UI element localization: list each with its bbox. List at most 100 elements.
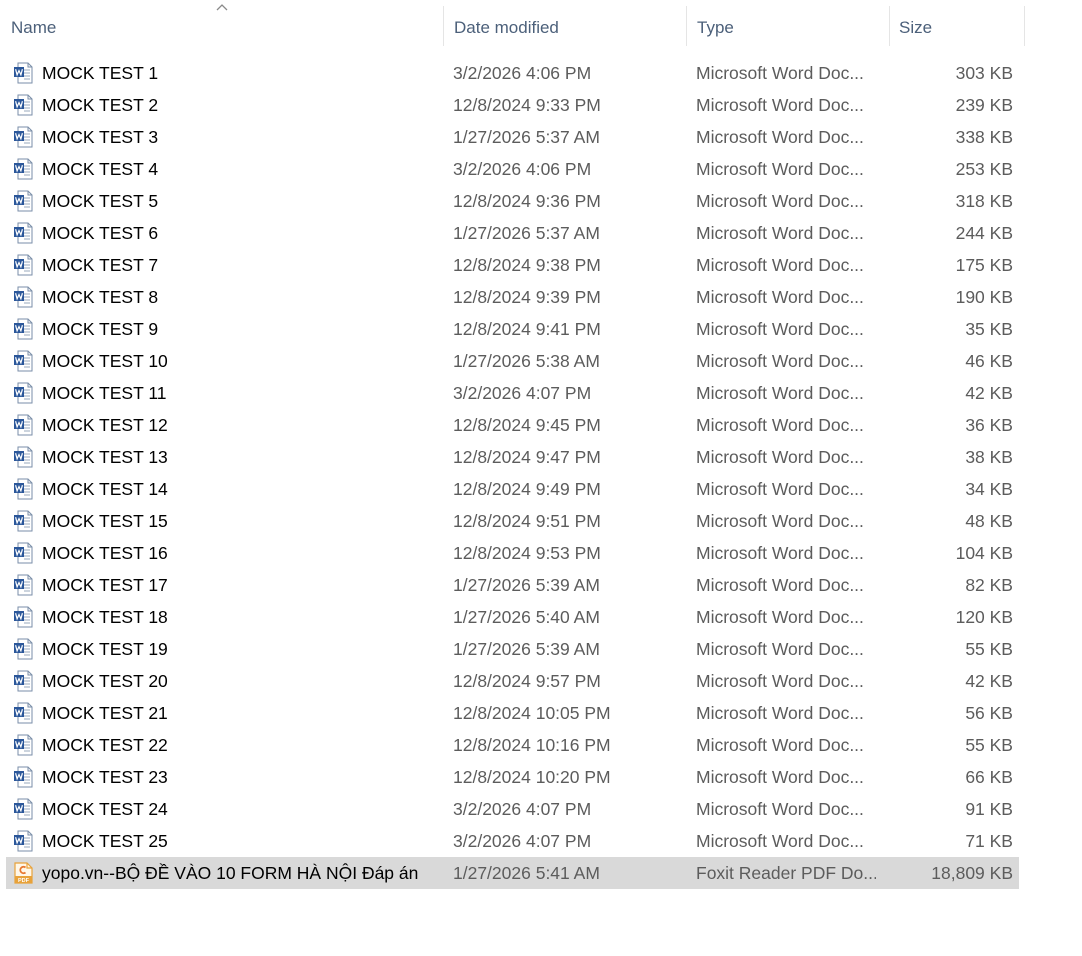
- file-size: 303 KB: [955, 63, 1013, 83]
- column-header-type[interactable]: Type: [687, 0, 889, 48]
- file-name: MOCK TEST 25: [42, 831, 168, 851]
- file-date-modified: 12/8/2024 9:45 PM: [453, 415, 601, 435]
- word-doc-icon: [13, 350, 33, 372]
- word-doc-icon: [13, 574, 33, 596]
- file-date-modified: 3/2/2026 4:07 PM: [453, 831, 592, 851]
- file-name: MOCK TEST 23: [42, 767, 168, 787]
- file-name: MOCK TEST 3: [42, 127, 159, 147]
- file-row[interactable]: MOCK TEST 18 1/27/2026 5:40 AM Microsoft W…: [0, 601, 1026, 633]
- file-row[interactable]: MOCK TEST 20 12/8/2024 9:57 PM Microsoft W…: [0, 665, 1026, 697]
- file-size: 46 KB: [965, 351, 1013, 371]
- file-date-modified: 3/2/2026 4:06 PM: [453, 63, 592, 83]
- file-name: MOCK TEST 20: [42, 671, 168, 691]
- file-row[interactable]: MOCK TEST 19 1/27/2026 5:39 AM Microsoft W…: [0, 633, 1026, 665]
- file-size: 190 KB: [955, 287, 1013, 307]
- file-type: Microsoft Word Doc...: [696, 319, 864, 339]
- file-row[interactable]: MOCK TEST 6 1/27/2026 5:37 AM Microsoft Wo…: [0, 217, 1026, 249]
- column-header-date-modified[interactable]: Date modified: [444, 0, 687, 48]
- file-row[interactable]: MOCK TEST 1 3/2/2026 4:06 PM Microsoft Wor…: [0, 57, 1026, 89]
- file-date-modified: 1/27/2026 5:40 AM: [453, 607, 600, 627]
- file-row[interactable]: MOCK TEST 15 12/8/2024 9:51 PM Microsoft W…: [0, 505, 1026, 537]
- word-doc-icon: [13, 606, 33, 628]
- word-doc-icon: [13, 62, 33, 84]
- file-type: Microsoft Word Doc...: [696, 511, 864, 531]
- file-date-modified: 1/27/2026 5:37 AM: [453, 223, 600, 243]
- file-size: 318 KB: [955, 191, 1013, 211]
- column-header-name-label: Name: [11, 18, 57, 37]
- file-name: MOCK TEST 6: [42, 223, 159, 243]
- file-row[interactable]: MOCK TEST 16 12/8/2024 9:53 PM Microsoft W…: [0, 537, 1026, 569]
- file-date-modified: 12/8/2024 9:51 PM: [453, 511, 601, 531]
- file-type: Microsoft Word Doc...: [696, 287, 864, 307]
- file-row[interactable]: MOCK TEST 10 1/27/2026 5:38 AM Microsoft W…: [0, 345, 1026, 377]
- column-header-size[interactable]: Size: [889, 0, 1026, 48]
- file-row[interactable]: MOCK TEST 21 12/8/2024 10:05 PM Microsoft …: [0, 697, 1026, 729]
- file-row[interactable]: MOCK TEST 17 1/27/2026 5:39 AM Microsoft W…: [0, 569, 1026, 601]
- file-name: MOCK TEST 18: [42, 607, 168, 627]
- file-size: 71 KB: [965, 831, 1013, 851]
- file-row[interactable]: MOCK TEST 23 12/8/2024 10:20 PM Microsoft …: [0, 761, 1026, 793]
- file-row[interactable]: MOCK TEST 14 12/8/2024 9:49 PM Microsoft W…: [0, 473, 1026, 505]
- file-date-modified: 3/2/2026 4:07 PM: [453, 383, 592, 403]
- file-row[interactable]: MOCK TEST 13 12/8/2024 9:47 PM Microsoft W…: [0, 441, 1026, 473]
- column-divider[interactable]: [1024, 6, 1025, 46]
- word-doc-icon: [13, 670, 33, 692]
- file-row[interactable]: MOCK TEST 8 12/8/2024 9:39 PM Microsoft Wo…: [0, 281, 1026, 313]
- file-row[interactable]: MOCK TEST 24 3/2/2026 4:07 PM Microsoft Wo…: [0, 793, 1026, 825]
- file-type: Foxit Reader PDF Do...: [696, 863, 876, 883]
- file-size: 175 KB: [955, 255, 1013, 275]
- file-name: MOCK TEST 15: [42, 511, 168, 531]
- word-doc-icon: [13, 446, 33, 468]
- file-type: Microsoft Word Doc...: [696, 415, 864, 435]
- file-date-modified: 1/27/2026 5:39 AM: [453, 639, 600, 659]
- file-row[interactable]: MOCK TEST 11 3/2/2026 4:07 PM Microsoft Wo…: [0, 377, 1026, 409]
- file-row[interactable]: MOCK TEST 3 1/27/2026 5:37 AM Microsoft Wo…: [0, 121, 1026, 153]
- file-row[interactable]: MOCK TEST 25 3/2/2026 4:07 PM Microsoft Wo…: [0, 825, 1026, 857]
- file-type: Microsoft Word Doc...: [696, 383, 864, 403]
- word-doc-icon: [13, 190, 33, 212]
- file-name: MOCK TEST 4: [42, 159, 159, 179]
- file-name: MOCK TEST 24: [42, 799, 168, 819]
- word-doc-icon: [13, 414, 33, 436]
- sort-caret-up-icon: [216, 4, 228, 11]
- word-doc-icon: [13, 734, 33, 756]
- file-size: 66 KB: [965, 767, 1013, 787]
- file-row[interactable]: MOCK TEST 5 12/8/2024 9:36 PM Microsoft Wo…: [0, 185, 1026, 217]
- svg-text:PDF: PDF: [18, 878, 30, 884]
- file-list: MOCK TEST 1 3/2/2026 4:06 PM Microsoft Wor…: [0, 57, 1026, 889]
- pdf-doc-icon: PDF: [13, 862, 33, 884]
- file-name: MOCK TEST 17: [42, 575, 168, 595]
- file-date-modified: 12/8/2024 9:41 PM: [453, 319, 601, 339]
- file-row[interactable]: MOCK TEST 9 12/8/2024 9:41 PM Microsoft Wo…: [0, 313, 1026, 345]
- file-row[interactable]: MOCK TEST 22 12/8/2024 10:16 PM Microsoft …: [0, 729, 1026, 761]
- file-type: Microsoft Word Doc...: [696, 671, 864, 691]
- file-date-modified: 1/27/2026 5:37 AM: [453, 127, 600, 147]
- file-size: 36 KB: [965, 415, 1013, 435]
- file-type: Microsoft Word Doc...: [696, 447, 864, 467]
- file-type: Microsoft Word Doc...: [696, 703, 864, 723]
- file-size: 18,809 KB: [931, 863, 1013, 883]
- file-name: MOCK TEST 16: [42, 543, 168, 563]
- file-type: Microsoft Word Doc...: [696, 575, 864, 595]
- file-type: Microsoft Word Doc...: [696, 351, 864, 371]
- file-date-modified: 12/8/2024 10:20 PM: [453, 767, 611, 787]
- file-date-modified: 12/8/2024 9:38 PM: [453, 255, 601, 275]
- file-name: MOCK TEST 1: [42, 63, 159, 83]
- file-size: 91 KB: [965, 799, 1013, 819]
- file-size: 56 KB: [965, 703, 1013, 723]
- file-name: MOCK TEST 21: [42, 703, 168, 723]
- file-size: 55 KB: [965, 639, 1013, 659]
- file-row[interactable]: MOCK TEST 7 12/8/2024 9:38 PM Microsoft Wo…: [0, 249, 1026, 281]
- word-doc-icon: [13, 798, 33, 820]
- file-row[interactable]: MOCK TEST 4 3/2/2026 4:06 PM Microsoft Wor…: [0, 153, 1026, 185]
- file-type: Microsoft Word Doc...: [696, 95, 864, 115]
- file-name: MOCK TEST 7: [42, 255, 159, 275]
- file-row[interactable]: MOCK TEST 2 12/8/2024 9:33 PM Microsoft Wo…: [0, 89, 1026, 121]
- file-row[interactable]: PDF yopo.vn--BỘ ĐỀ VÀO 10 FORM HÀ NỘI Đáp…: [0, 857, 1026, 889]
- file-size: 338 KB: [955, 127, 1013, 147]
- file-row[interactable]: MOCK TEST 12 12/8/2024 9:45 PM Microsoft W…: [0, 409, 1026, 441]
- file-type: Microsoft Word Doc...: [696, 255, 864, 275]
- file-explorer-details-view: Name Date modified Type Size MOCK TEST 1…: [0, 0, 1082, 956]
- word-doc-icon: [13, 126, 33, 148]
- file-date-modified: 12/8/2024 10:16 PM: [453, 735, 611, 755]
